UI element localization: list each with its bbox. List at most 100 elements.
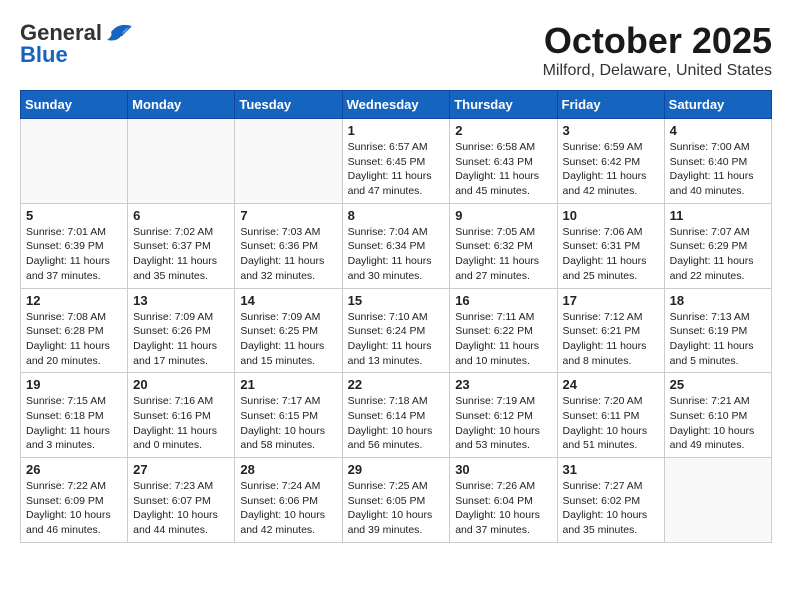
calendar-day-header: Saturday [664,91,771,119]
day-number: 1 [348,123,445,138]
day-number: 6 [133,208,229,223]
calendar-day-cell: 16 Sunrise: 7:11 AM Sunset: 6:22 PM Dayli… [450,288,557,373]
calendar-day-header: Thursday [450,91,557,119]
calendar-day-cell: 6 Sunrise: 7:02 AM Sunset: 6:37 PM Daylig… [128,203,235,288]
title-block: October 2025 Milford, Delaware, United S… [543,20,772,80]
page-header: General Blue October 2025 Milford, Delaw… [20,20,772,80]
calendar-week-row: 12 Sunrise: 7:08 AM Sunset: 6:28 PM Dayli… [21,288,772,373]
day-info: Sunrise: 7:05 AM Sunset: 6:32 PM Dayligh… [455,225,551,284]
day-number: 28 [240,462,336,477]
day-number: 14 [240,293,336,308]
day-info: Sunrise: 7:25 AM Sunset: 6:05 PM Dayligh… [348,479,445,538]
page-subtitle: Milford, Delaware, United States [543,62,772,80]
calendar-day-cell: 30 Sunrise: 7:26 AM Sunset: 6:04 PM Dayli… [450,458,557,543]
calendar-week-row: 26Sunrise: 7:22 AM Sunset: 6:09 PM Dayli… [21,458,772,543]
calendar-day-cell: 11 Sunrise: 7:07 AM Sunset: 6:29 PM Dayli… [664,203,771,288]
calendar-day-cell: 26Sunrise: 7:22 AM Sunset: 6:09 PM Dayli… [21,458,128,543]
day-number: 23 [455,377,551,392]
day-info: Sunrise: 7:02 AM Sunset: 6:37 PM Dayligh… [133,225,229,284]
day-number: 13 [133,293,229,308]
calendar-day-cell: 13 Sunrise: 7:09 AM Sunset: 6:26 PM Dayli… [128,288,235,373]
calendar-day-cell: 23 Sunrise: 7:19 AM Sunset: 6:12 PM Dayli… [450,373,557,458]
day-info: Sunrise: 6:58 AM Sunset: 6:43 PM Dayligh… [455,140,551,199]
day-number: 11 [670,208,766,223]
logo: General Blue [20,20,133,68]
day-number: 30 [455,462,551,477]
calendar-day-cell: 9 Sunrise: 7:05 AM Sunset: 6:32 PM Daylig… [450,203,557,288]
calendar-week-row: 5Sunrise: 7:01 AM Sunset: 6:39 PM Daylig… [21,203,772,288]
day-number: 15 [348,293,445,308]
day-info: Sunrise: 7:15 AM Sunset: 6:18 PM Dayligh… [26,394,122,453]
day-info: Sunrise: 7:16 AM Sunset: 6:16 PM Dayligh… [133,394,229,453]
calendar-day-cell: 29 Sunrise: 7:25 AM Sunset: 6:05 PM Dayli… [342,458,450,543]
day-number: 25 [670,377,766,392]
day-info: Sunrise: 7:09 AM Sunset: 6:25 PM Dayligh… [240,310,336,369]
day-info: Sunrise: 7:20 AM Sunset: 6:11 PM Dayligh… [563,394,659,453]
day-info: Sunrise: 7:00 AM Sunset: 6:40 PM Dayligh… [670,140,766,199]
calendar-table: SundayMondayTuesdayWednesdayThursdayFrid… [20,90,772,543]
day-info: Sunrise: 7:08 AM Sunset: 6:28 PM Dayligh… [26,310,122,369]
calendar-day-cell: 21 Sunrise: 7:17 AM Sunset: 6:15 PM Dayli… [235,373,342,458]
calendar-day-cell: 15Sunrise: 7:10 AM Sunset: 6:24 PM Dayli… [342,288,450,373]
calendar-day-cell: 4 Sunrise: 7:00 AM Sunset: 6:40 PM Daylig… [664,119,771,204]
page-title: October 2025 [543,20,772,62]
day-info: Sunrise: 6:59 AM Sunset: 6:42 PM Dayligh… [563,140,659,199]
logo-blue: Blue [20,42,68,68]
day-info: Sunrise: 6:57 AM Sunset: 6:45 PM Dayligh… [348,140,445,199]
day-number: 26 [26,462,122,477]
logo-bird-icon [105,22,133,44]
calendar-week-row: 1 Sunrise: 6:57 AM Sunset: 6:45 PM Daylig… [21,119,772,204]
calendar-day-cell: 1 Sunrise: 6:57 AM Sunset: 6:45 PM Daylig… [342,119,450,204]
day-number: 21 [240,377,336,392]
calendar-day-header: Friday [557,91,664,119]
calendar-day-cell: 10 Sunrise: 7:06 AM Sunset: 6:31 PM Dayli… [557,203,664,288]
calendar-day-cell: 2Sunrise: 6:58 AM Sunset: 6:43 PM Daylig… [450,119,557,204]
calendar-day-cell: 24 Sunrise: 7:20 AM Sunset: 6:11 PM Dayli… [557,373,664,458]
day-info: Sunrise: 7:01 AM Sunset: 6:39 PM Dayligh… [26,225,122,284]
calendar-day-cell: 18Sunrise: 7:13 AM Sunset: 6:19 PM Dayli… [664,288,771,373]
calendar-header-row: SundayMondayTuesdayWednesdayThursdayFrid… [21,91,772,119]
day-info: Sunrise: 7:09 AM Sunset: 6:26 PM Dayligh… [133,310,229,369]
day-info: Sunrise: 7:18 AM Sunset: 6:14 PM Dayligh… [348,394,445,453]
day-number: 12 [26,293,122,308]
day-info: Sunrise: 7:19 AM Sunset: 6:12 PM Dayligh… [455,394,551,453]
calendar-day-header: Monday [128,91,235,119]
day-number: 27 [133,462,229,477]
calendar-day-header: Wednesday [342,91,450,119]
calendar-day-cell [235,119,342,204]
day-info: Sunrise: 7:06 AM Sunset: 6:31 PM Dayligh… [563,225,659,284]
day-info: Sunrise: 7:12 AM Sunset: 6:21 PM Dayligh… [563,310,659,369]
day-number: 20 [133,377,229,392]
day-number: 18 [670,293,766,308]
calendar-day-cell [664,458,771,543]
calendar-day-header: Sunday [21,91,128,119]
day-number: 9 [455,208,551,223]
day-info: Sunrise: 7:03 AM Sunset: 6:36 PM Dayligh… [240,225,336,284]
day-number: 22 [348,377,445,392]
day-number: 16 [455,293,551,308]
day-info: Sunrise: 7:27 AM Sunset: 6:02 PM Dayligh… [563,479,659,538]
day-number: 10 [563,208,659,223]
day-info: Sunrise: 7:26 AM Sunset: 6:04 PM Dayligh… [455,479,551,538]
day-number: 4 [670,123,766,138]
day-number: 19 [26,377,122,392]
day-info: Sunrise: 7:07 AM Sunset: 6:29 PM Dayligh… [670,225,766,284]
calendar-day-cell: 25Sunrise: 7:21 AM Sunset: 6:10 PM Dayli… [664,373,771,458]
day-info: Sunrise: 7:11 AM Sunset: 6:22 PM Dayligh… [455,310,551,369]
day-info: Sunrise: 7:23 AM Sunset: 6:07 PM Dayligh… [133,479,229,538]
calendar-day-cell [128,119,235,204]
calendar-week-row: 19 Sunrise: 7:15 AM Sunset: 6:18 PM Dayli… [21,373,772,458]
calendar-day-cell: 31Sunrise: 7:27 AM Sunset: 6:02 PM Dayli… [557,458,664,543]
day-number: 8 [348,208,445,223]
day-number: 7 [240,208,336,223]
day-number: 3 [563,123,659,138]
calendar-day-cell: 8 Sunrise: 7:04 AM Sunset: 6:34 PM Daylig… [342,203,450,288]
calendar-day-cell [21,119,128,204]
calendar-day-cell: 14 Sunrise: 7:09 AM Sunset: 6:25 PM Dayli… [235,288,342,373]
day-info: Sunrise: 7:17 AM Sunset: 6:15 PM Dayligh… [240,394,336,453]
calendar-day-cell: 12 Sunrise: 7:08 AM Sunset: 6:28 PM Dayli… [21,288,128,373]
calendar-day-cell: 19 Sunrise: 7:15 AM Sunset: 6:18 PM Dayli… [21,373,128,458]
day-number: 24 [563,377,659,392]
day-info: Sunrise: 7:04 AM Sunset: 6:34 PM Dayligh… [348,225,445,284]
day-number: 29 [348,462,445,477]
